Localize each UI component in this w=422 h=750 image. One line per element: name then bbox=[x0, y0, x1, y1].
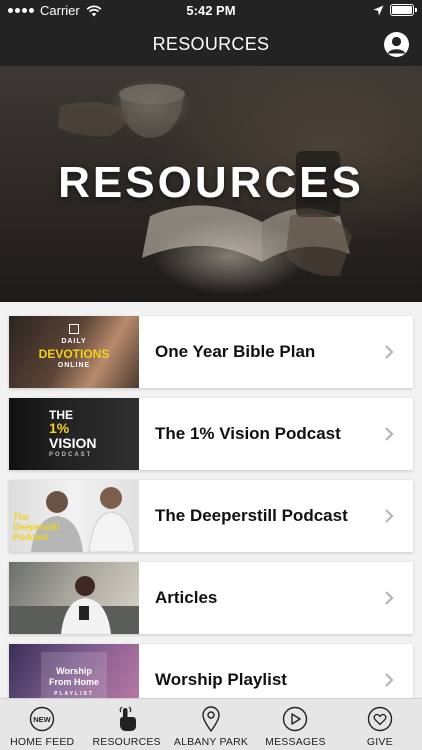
item-label: The Deeperstill Podcast bbox=[155, 506, 348, 525]
clock: 5:42 PM bbox=[186, 3, 236, 18]
tab-home-feed[interactable]: NEW HOME FEED bbox=[0, 699, 84, 750]
tab-label: ALBANY PARK bbox=[173, 736, 249, 748]
thumb-text: DEVOTIONS bbox=[38, 347, 110, 361]
tab-give[interactable]: GIVE bbox=[338, 699, 422, 750]
chevron-right-icon bbox=[377, 422, 401, 446]
chevron-right-icon bbox=[377, 340, 401, 364]
play-circle-icon bbox=[281, 705, 309, 733]
item-label: Articles bbox=[155, 588, 218, 607]
location-arrow-icon bbox=[373, 5, 384, 15]
item-label: The 1% Vision Podcast bbox=[155, 424, 341, 443]
reader-photo bbox=[9, 576, 139, 634]
logo-icon bbox=[69, 324, 79, 334]
map-pin-icon bbox=[197, 705, 225, 733]
thumb-text: Worship bbox=[56, 666, 92, 676]
thumb-text: 1% bbox=[49, 420, 70, 436]
nav-bar: RESOURCES bbox=[0, 22, 422, 66]
thumb-text: ONLINE bbox=[57, 362, 91, 369]
tab-bar: NEW HOME FEED RESOURCES ALBANY PARK MESS… bbox=[0, 698, 422, 750]
thumb-text: VISION bbox=[49, 435, 97, 451]
chevron-right-icon bbox=[377, 504, 401, 528]
thumb-text: PLAYLIST bbox=[54, 691, 94, 697]
hero-title: RESOURCES bbox=[58, 158, 364, 207]
hero-banner: RESOURCES bbox=[0, 66, 422, 302]
heart-circle-icon bbox=[366, 705, 394, 733]
new-badge-text: NEW bbox=[33, 715, 51, 724]
list-item-one-year-bible-plan[interactable]: DAILY DEVOTIONS ONLINE One Year Bible Pl… bbox=[9, 316, 413, 388]
battery-icon bbox=[390, 4, 417, 16]
tab-label: GIVE bbox=[366, 736, 393, 748]
tab-albany-park[interactable]: ALBANY PARK bbox=[169, 699, 253, 750]
chevron-right-icon bbox=[377, 668, 401, 692]
thumbnail-vision-podcast: THE 1% VISION PODCAST bbox=[9, 398, 139, 470]
tab-label: RESOURCES bbox=[92, 736, 161, 748]
thumb-text: PODCAST bbox=[49, 452, 93, 458]
chevron-right-icon bbox=[377, 586, 401, 610]
profile-button[interactable] bbox=[384, 32, 409, 57]
tab-label: HOME FEED bbox=[10, 736, 75, 748]
thumbnail-daily-devotions: DAILY DEVOTIONS ONLINE bbox=[9, 316, 139, 388]
resource-list: DAILY DEVOTIONS ONLINE One Year Bible Pl… bbox=[0, 302, 422, 698]
page-title: RESOURCES bbox=[152, 34, 270, 54]
list-item-articles[interactable]: Articles bbox=[9, 562, 413, 634]
status-bar: Carrier 5:42 PM bbox=[0, 0, 422, 22]
list-item-1-vision-podcast[interactable]: THE 1% VISION PODCAST The 1% Vision Podc… bbox=[9, 398, 413, 470]
tab-messages[interactable]: MESSAGES bbox=[253, 699, 337, 750]
tab-resources[interactable]: RESOURCES bbox=[84, 699, 168, 750]
status-right bbox=[373, 4, 417, 16]
thumbnail-worship: Worship From Home PLAYLIST bbox=[9, 644, 139, 698]
thumb-text: The Deeperstill Podcast bbox=[13, 512, 60, 542]
thumb-text: DAILY bbox=[61, 338, 87, 345]
list-item-deeperstill-podcast[interactable]: The Deeperstill Podcast The Deeperstill … bbox=[9, 480, 413, 552]
user-icon bbox=[387, 36, 406, 54]
thumbnail-articles bbox=[9, 562, 139, 634]
thumb-text: From Home bbox=[48, 677, 99, 687]
thumbnail-deeperstill: The Deeperstill Podcast bbox=[9, 480, 139, 552]
item-label: Worship Playlist bbox=[155, 670, 287, 689]
list-item-worship-playlist[interactable]: Worship From Home PLAYLIST Worship Playl… bbox=[9, 644, 413, 698]
tab-label: MESSAGES bbox=[265, 736, 326, 748]
touch-hand-icon bbox=[113, 705, 141, 733]
item-label: One Year Bible Plan bbox=[155, 342, 316, 361]
new-badge-icon: NEW bbox=[28, 705, 56, 733]
